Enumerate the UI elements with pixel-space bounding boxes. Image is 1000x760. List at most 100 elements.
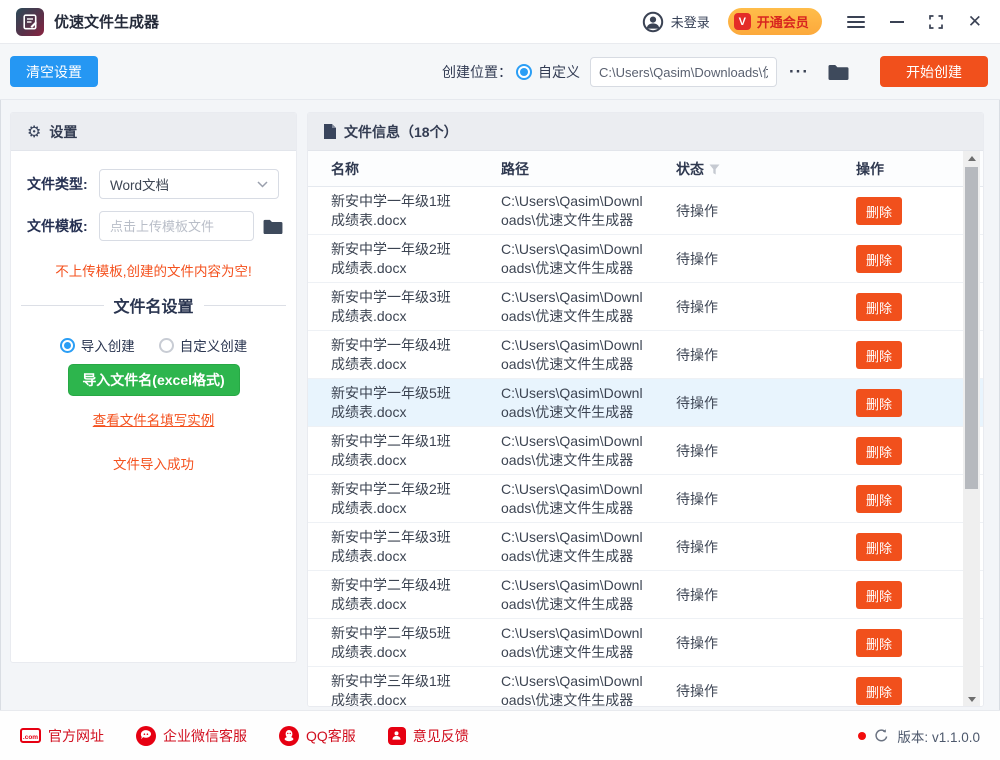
file-name: 新安中学二年级2班成绩表.docx [331, 481, 451, 516]
file-path: C:\Users\Qasim\Downloads\优速文件生成器 [501, 193, 643, 228]
login-status[interactable]: 未登录 [671, 12, 710, 31]
template-folder-icon[interactable] [262, 218, 284, 235]
create-mode-radios: 导入创建 自定义创建 [11, 335, 296, 355]
file-status: 待操作 [676, 634, 718, 651]
delete-button[interactable]: 删除 [856, 581, 902, 609]
delete-button[interactable]: 删除 [856, 485, 902, 513]
template-label: 文件模板: [27, 218, 88, 234]
file-status: 待操作 [676, 346, 718, 363]
file-status: 待操作 [676, 682, 718, 699]
custom-create-label: 自定义创建 [179, 339, 248, 354]
file-type-select[interactable]: Word文档 [99, 169, 279, 199]
app-logo-icon [16, 7, 44, 36]
custom-location-label: 自定义 [538, 63, 581, 80]
file-name: 新安中学一年级2班成绩表.docx [331, 241, 451, 276]
filename-example-link[interactable]: 查看文件名填写实例 [11, 409, 296, 429]
version-text: 版本: v1.1.0.0 [897, 729, 980, 745]
file-status: 待操作 [676, 538, 718, 555]
open-folder-icon[interactable] [827, 63, 850, 81]
com-icon: .com [20, 728, 41, 743]
refresh-icon[interactable] [874, 728, 889, 743]
delete-button[interactable]: 删除 [856, 293, 902, 321]
column-status: 状态 [676, 151, 720, 187]
file-name: 新安中学一年级1班成绩表.docx [331, 193, 451, 228]
delete-button[interactable]: 删除 [856, 389, 902, 417]
no-template-warning: 不上传模板,创建的文件内容为空! [55, 264, 252, 279]
scrollbar-thumb[interactable] [965, 167, 978, 489]
scroll-down-icon[interactable] [963, 692, 980, 706]
file-path: C:\Users\Qasim\Downloads\优速文件生成器 [501, 673, 643, 706]
toolbar: 清空设置 创建位置： 自定义 ··· 开始创建 [0, 44, 1000, 100]
delete-button[interactable]: 删除 [856, 197, 902, 225]
table-row: 新安中学二年级2班成绩表.docx C:\Users\Qasim\Downloa… [308, 475, 983, 523]
table-row: 新安中学一年级4班成绩表.docx C:\Users\Qasim\Downloa… [308, 331, 983, 379]
wechat-support-link[interactable]: 企业微信客服 [136, 725, 247, 746]
settings-panel-title: 设置 [49, 123, 78, 140]
clear-settings-button[interactable]: 清空设置 [10, 56, 98, 87]
file-path: C:\Users\Qasim\Downloads\优速文件生成器 [501, 625, 643, 660]
menu-icon[interactable] [846, 12, 865, 32]
settings-panel-header: ⚙ 设置 [11, 113, 296, 151]
file-path: C:\Users\Qasim\Downloads\优速文件生成器 [501, 337, 643, 372]
import-filenames-button[interactable]: 导入文件名(excel格式) [67, 364, 240, 396]
create-location-label: 创建位置： [442, 63, 513, 80]
settings-panel: ⚙ 设置 文件类型: Word文档 文件模板: 不上传模板,创建的文件内容为空!… [10, 112, 297, 663]
more-path-button[interactable]: ··· [785, 62, 813, 82]
custom-create-radio[interactable] [158, 337, 174, 353]
file-name: 新安中学二年级5班成绩表.docx [331, 625, 451, 660]
feedback-icon [387, 726, 406, 745]
file-path: C:\Users\Qasim\Downloads\优速文件生成器 [501, 529, 643, 564]
scroll-up-icon[interactable] [963, 151, 980, 165]
feedback-link[interactable]: 意见反馈 [387, 726, 469, 746]
column-name: 名称 [331, 161, 359, 177]
table-row: 新安中学一年级5班成绩表.docx C:\Users\Qasim\Downloa… [308, 379, 983, 427]
file-status: 待操作 [676, 442, 718, 459]
filter-icon[interactable] [709, 164, 720, 175]
delete-button[interactable]: 删除 [856, 533, 902, 561]
minimize-icon[interactable] [889, 12, 904, 32]
close-icon[interactable]: ✕ [968, 12, 982, 32]
file-panel-title: 文件信息（18个） [344, 123, 458, 140]
maximize-icon[interactable] [928, 12, 943, 32]
delete-button[interactable]: 删除 [856, 437, 902, 465]
vip-icon: V [733, 13, 751, 30]
column-action: 操作 [856, 161, 884, 177]
file-status: 待操作 [676, 490, 718, 507]
chevron-down-icon [257, 180, 268, 188]
file-path: C:\Users\Qasim\Downloads\优速文件生成器 [501, 577, 643, 612]
qq-icon [279, 725, 299, 746]
qq-support-link[interactable]: QQ客服 [279, 725, 356, 746]
delete-button[interactable]: 删除 [856, 245, 902, 273]
output-path-input[interactable] [590, 56, 778, 87]
vip-button-label: 开通会员 [756, 15, 809, 30]
official-website-link[interactable]: .com 官方网址 [20, 726, 104, 746]
template-upload-input[interactable] [99, 211, 254, 241]
file-type-label: 文件类型: [27, 176, 88, 192]
file-path: C:\Users\Qasim\Downloads\优速文件生成器 [501, 481, 643, 516]
custom-location-radio[interactable] [516, 63, 533, 80]
table-row: 新安中学二年级3班成绩表.docx C:\Users\Qasim\Downloa… [308, 523, 983, 571]
start-create-button[interactable]: 开始创建 [880, 56, 988, 87]
scrollbar[interactable] [963, 151, 980, 706]
user-avatar-icon[interactable] [642, 11, 664, 33]
footer: .com 官方网址 企业微信客服 QQ客服 意见反馈 版本: v1.1.0.0 [0, 710, 1000, 760]
file-name: 新安中学一年级3班成绩表.docx [331, 289, 451, 324]
file-status: 待操作 [676, 202, 718, 219]
delete-button[interactable]: 删除 [856, 629, 902, 657]
vip-button[interactable]: V 开通会员 [727, 8, 822, 35]
delete-button[interactable]: 删除 [856, 341, 902, 369]
delete-button[interactable]: 删除 [856, 677, 902, 705]
file-name: 新安中学一年级4班成绩表.docx [331, 337, 451, 372]
table-header: 名称 路径 状态 操作 [308, 151, 983, 187]
table-row: 新安中学二年级5班成绩表.docx C:\Users\Qasim\Downloa… [308, 619, 983, 667]
gear-icon: ⚙ [27, 121, 42, 141]
import-create-radio[interactable] [59, 337, 75, 353]
app-title: 优速文件生成器 [54, 14, 160, 31]
file-name: 新安中学三年级1班成绩表.docx [331, 673, 451, 706]
table-row: 新安中学一年级3班成绩表.docx C:\Users\Qasim\Downloa… [308, 283, 983, 331]
titlebar: 优速文件生成器 未登录 V 开通会员 ✕ [0, 0, 1000, 44]
file-name: 新安中学二年级3班成绩表.docx [331, 529, 451, 564]
file-path: C:\Users\Qasim\Downloads\优速文件生成器 [501, 385, 643, 420]
file-path: C:\Users\Qasim\Downloads\优速文件生成器 [501, 289, 643, 324]
wechat-icon [136, 725, 156, 746]
